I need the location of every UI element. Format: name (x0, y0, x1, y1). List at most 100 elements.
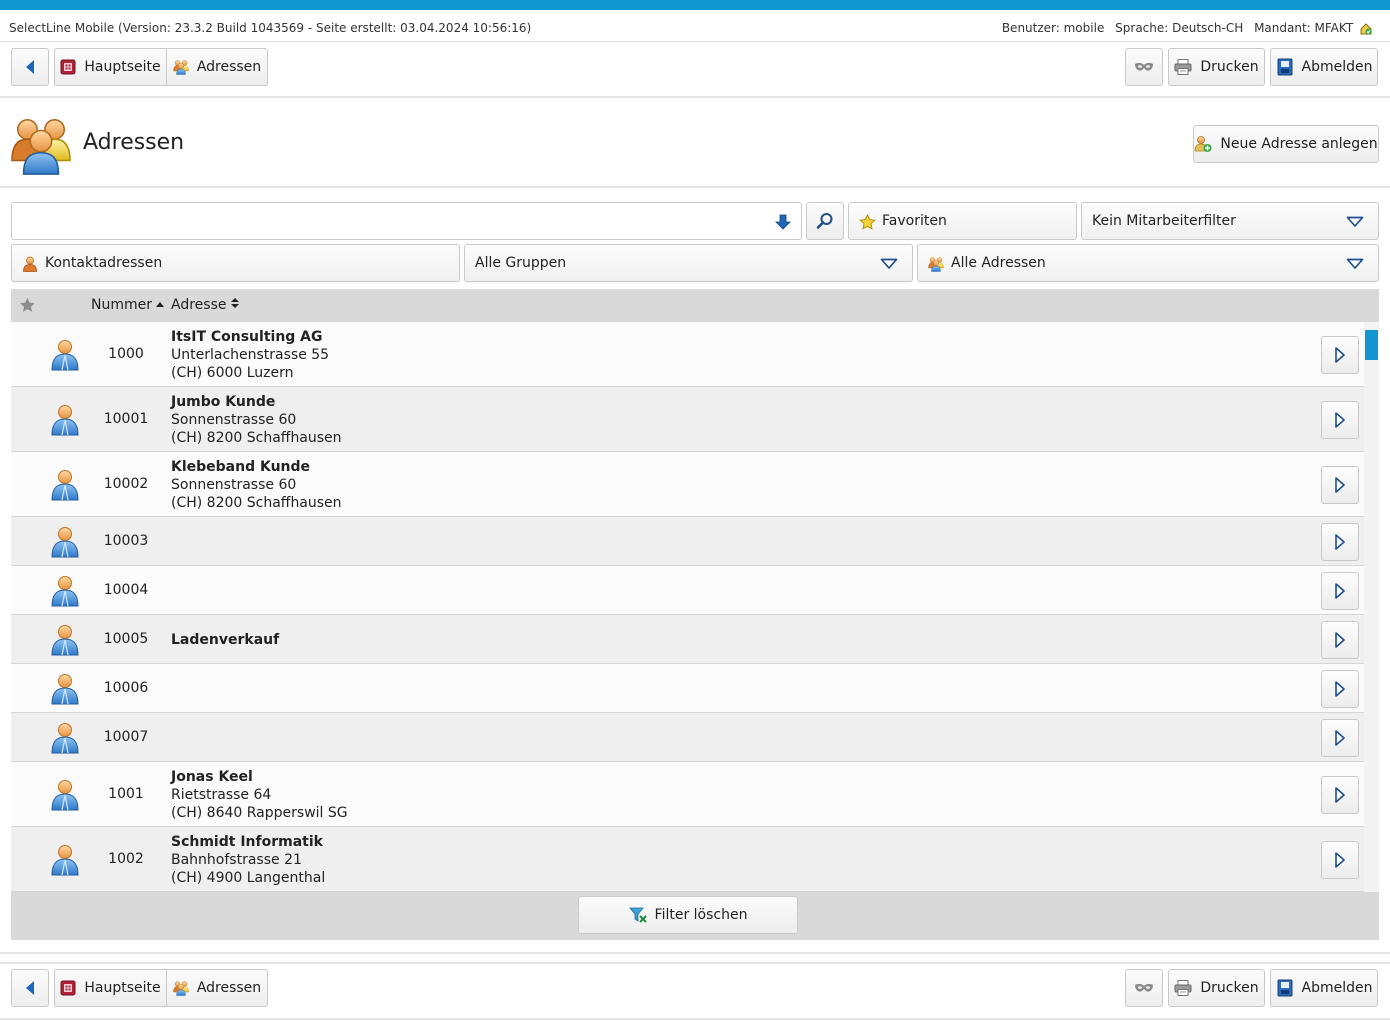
chevron-right-icon (1334, 477, 1346, 493)
person-icon (49, 469, 81, 501)
row-open-button[interactable] (1321, 669, 1359, 708)
table-row[interactable]: 10003 (11, 517, 1364, 566)
back-button-bottom[interactable] (11, 969, 49, 1007)
mask-button-bottom[interactable] (1125, 969, 1163, 1007)
logout-button-bottom[interactable]: Abmelden (1270, 969, 1378, 1007)
logout-button-label: Abmelden (1301, 59, 1373, 75)
table-row[interactable]: 1000 ItsIT Consulting AG Unterlachenstrass… (11, 322, 1364, 387)
table-row[interactable]: 1002 Schmidt Informatik Bahnhofstrasse 21(… (11, 827, 1364, 892)
table-header: Nummer Adresse (11, 289, 1379, 322)
row-open-button[interactable] (1321, 620, 1359, 659)
groups-filter-select[interactable]: Alle Gruppen (464, 244, 913, 282)
row-street: Sonnenstrasse 60 (171, 476, 297, 493)
table-row[interactable]: 10002 Klebeband Kunde Sonnenstrasse 60 (CH)… (11, 452, 1364, 517)
table-row[interactable]: 10004 (11, 566, 1364, 615)
logout-button[interactable]: Abmelden (1270, 48, 1378, 86)
column-header-address[interactable]: Adresse (171, 297, 239, 313)
table-row[interactable]: 10001 Jumbo Kunde Sonnenstrasse 60 (CH) 820… (11, 387, 1364, 452)
row-address: ItsIT Consulting AG Unterlachenstrasse 55… (171, 328, 329, 382)
chevron-down-icon (1346, 216, 1364, 228)
contact-addresses-toggle[interactable]: Kontaktadressen (11, 244, 460, 282)
row-open-button[interactable] (1321, 335, 1359, 374)
home-button-label: Hauptseite (84, 980, 161, 996)
clear-filter-icon (628, 907, 647, 923)
row-city: (CH) 8640 Rapperswil SG (171, 804, 348, 821)
search-input[interactable] (18, 209, 768, 233)
down-arrow-icon[interactable] (775, 214, 791, 230)
person-icon (49, 844, 81, 876)
row-number: 1000 (108, 345, 144, 362)
employee-filter-value: Kein Mitarbeiterfilter (1092, 213, 1236, 229)
list-scrollbar[interactable] (1364, 322, 1379, 892)
print-button[interactable]: Drucken (1168, 48, 1265, 86)
addresses-nav-button-bottom[interactable]: Adressen (167, 969, 268, 1007)
column-address-label: Adresse (171, 297, 227, 313)
home-button[interactable]: Hauptseite (54, 48, 167, 86)
search-button[interactable] (806, 202, 844, 240)
page-header: Adressen Neue Adresse anlegen (0, 100, 1390, 188)
addresses-nav-button[interactable]: Adressen (167, 48, 268, 86)
row-open-button[interactable] (1321, 718, 1359, 757)
table-row[interactable]: 1001 Jonas Keel Rietstrasse 64 (CH) 8640 Ra… (11, 762, 1364, 827)
person-icon (49, 404, 81, 436)
contact-person-icon (23, 256, 37, 272)
user-info: Benutzer: mobile (1001, 21, 1105, 35)
clear-filter-label: Filter löschen (654, 907, 748, 923)
row-open-button[interactable] (1321, 571, 1359, 610)
sort-both-icon (230, 298, 239, 308)
row-address: Jumbo Kunde Sonnenstrasse 60 (CH) 8200 Sch… (171, 393, 342, 447)
mandant-info: Mandant: MFAKT (1254, 21, 1354, 35)
printer-icon (1174, 979, 1192, 997)
favorite-column-star-icon[interactable] (19, 297, 36, 313)
logout-icon (1276, 979, 1294, 997)
favorites-toggle[interactable]: Favoriten (848, 202, 1077, 240)
contact-addresses-label: Kontaktadressen (45, 255, 163, 271)
row-open-button[interactable] (1321, 775, 1359, 814)
row-number: 10003 (103, 532, 149, 549)
column-number-label: Nummer (91, 297, 152, 313)
person-icon (49, 722, 81, 754)
table-row[interactable]: 10007 (11, 713, 1364, 762)
chevron-right-icon (1334, 852, 1346, 868)
row-open-button[interactable] (1321, 400, 1359, 439)
chevron-right-icon (1334, 730, 1346, 746)
row-open-button[interactable] (1321, 465, 1359, 504)
back-button[interactable] (11, 48, 49, 86)
mask-icon (1134, 61, 1154, 73)
person-icon (49, 575, 81, 607)
top-toolbar: Hauptseite Adressen Drucken Abmelden (0, 42, 1390, 98)
row-open-button[interactable] (1321, 840, 1359, 879)
employee-filter-select[interactable]: Kein Mitarbeiterfilter (1081, 202, 1379, 240)
row-street: Bahnhofstrasse 21 (171, 851, 302, 868)
person-icon (49, 339, 81, 371)
addresses-nav-label: Adressen (196, 980, 262, 996)
chevron-down-icon (1346, 258, 1364, 270)
row-street: Unterlachenstrasse 55 (171, 346, 330, 363)
print-button-bottom[interactable]: Drucken (1168, 969, 1265, 1007)
mask-icon (1134, 982, 1154, 994)
logout-icon (1276, 58, 1294, 76)
address-filter-select[interactable]: Alle Adressen (917, 244, 1379, 282)
table-row[interactable]: 10006 (11, 664, 1364, 713)
row-address: Schmidt Informatik Bahnhofstrasse 21 (CH) … (171, 833, 325, 887)
chevron-right-icon (1334, 534, 1346, 550)
row-street: Sonnenstrasse 60 (171, 411, 297, 428)
clear-filter-button[interactable]: Filter löschen (578, 896, 798, 934)
row-name: Ladenverkauf (171, 631, 280, 648)
row-open-button[interactable] (1321, 522, 1359, 561)
new-address-button[interactable]: Neue Adresse anlegen (1193, 125, 1379, 163)
session-info: Benutzer: mobile Sprache: Deutsch-CH Man… (995, 21, 1372, 35)
list-scrollbar-thumb[interactable] (1365, 330, 1378, 360)
add-person-icon (1194, 136, 1212, 152)
table-row[interactable]: 10005 Ladenverkauf (11, 615, 1364, 664)
column-header-number[interactable]: Nummer (91, 297, 165, 313)
home-button-bottom[interactable]: Hauptseite (54, 969, 167, 1007)
row-address: Jonas Keel Rietstrasse 64 (CH) 8640 Rapper… (171, 768, 348, 822)
mask-button[interactable] (1125, 48, 1163, 86)
chevron-down-icon (880, 258, 898, 270)
mandant-icon (1360, 23, 1372, 35)
row-name: Jumbo Kunde (171, 393, 276, 410)
logout-button-label: Abmelden (1301, 980, 1373, 996)
chevron-right-icon (1334, 412, 1346, 428)
row-city: (CH) 6000 Luzern (171, 364, 294, 381)
